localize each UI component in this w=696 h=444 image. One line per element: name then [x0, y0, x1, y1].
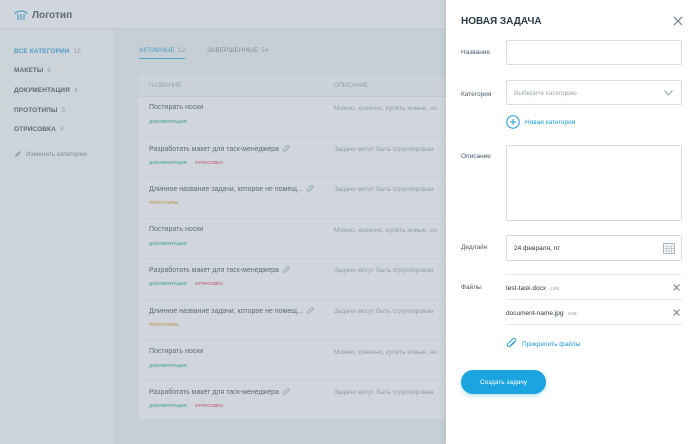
file-name-text: test-task.docx — [506, 285, 547, 292]
description-label: Описание — [461, 153, 491, 160]
files-label: Файлы — [461, 284, 482, 291]
file-item: document-name.jpg 1МБ — [506, 301, 682, 325]
plus-circle-icon — [506, 115, 520, 129]
deadline-label: Дедлайн — [461, 244, 488, 251]
files-divider — [506, 274, 682, 275]
remove-file-icon[interactable] — [673, 309, 680, 316]
file-name-text: document-name.jpg — [506, 310, 564, 317]
deadline-value: 24 февраля, пт — [514, 245, 561, 252]
create-task-button[interactable]: Создать задачу — [461, 370, 546, 394]
calendar-icon[interactable] — [663, 242, 675, 254]
close-icon[interactable] — [673, 16, 683, 26]
file-name: document-name.jpg 1МБ — [506, 310, 577, 317]
modal-backdrop[interactable] — [0, 0, 446, 444]
category-label: Категория — [461, 91, 492, 98]
description-textarea[interactable] — [506, 145, 682, 221]
file-name: test-task.docx 1МБ — [506, 285, 559, 292]
chevron-down-icon — [664, 90, 673, 96]
attach-files-button[interactable]: Прикрепить файлы — [506, 338, 580, 350]
category-select[interactable]: Выберите категорию — [506, 80, 682, 105]
category-select-placeholder: Выберите категорию — [514, 90, 577, 97]
new-category-button[interactable]: Новая категория — [506, 115, 575, 129]
file-size: 1МБ — [567, 311, 577, 316]
name-input[interactable] — [506, 40, 682, 65]
new-task-panel: НОВАЯ ЗАДАЧА Название Категория Выберите… — [446, 0, 696, 444]
new-category-label: Новая категория — [525, 118, 576, 126]
panel-title: НОВАЯ ЗАДАЧА — [461, 16, 542, 27]
file-item: test-task.docx 1МБ — [506, 276, 682, 300]
attach-files-label: Прикрепить файлы — [522, 340, 581, 348]
paperclip-icon — [506, 338, 517, 348]
file-size: 1МБ — [550, 286, 560, 291]
deadline-date-picker[interactable]: 24 февраля, пт — [506, 235, 682, 261]
name-label: Название — [461, 49, 491, 56]
remove-file-icon[interactable] — [673, 284, 680, 291]
